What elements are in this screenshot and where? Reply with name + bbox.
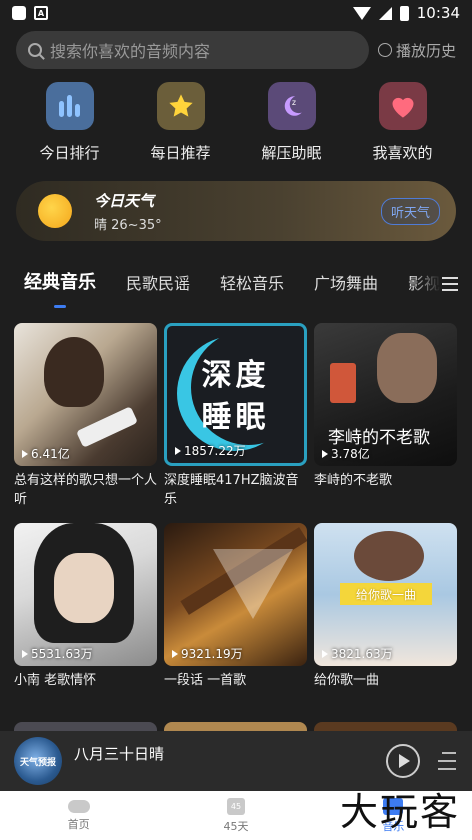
playlist-title: 李峙的不老歌 (314, 473, 393, 488)
wifi-icon (352, 6, 371, 20)
quick-link-label: 解压助眠 (261, 144, 322, 162)
sun-icon (38, 194, 72, 228)
play-count-icon (22, 449, 28, 458)
moon-icon: z (267, 82, 316, 130)
star-icon (156, 82, 205, 130)
playlist-cover: 5531.63万 (14, 523, 157, 666)
playlist-title: 一段话 一首歌 (164, 673, 247, 688)
playlist-card[interactable]: 给你歌一曲 3821.63万 给你歌一曲 (314, 523, 457, 723)
category-tabs: 经典音乐 民歌民谣 轻松音乐 广场舞曲 影视 (0, 270, 472, 310)
play-count: 3821.63万 (322, 645, 393, 662)
nav-label: 首页 (67, 817, 90, 831)
playlist-cover: 6.41亿 (14, 323, 157, 466)
playlist-grid: 6.41亿 总有这样的歌只想一个人听 深度 睡眠 1857.22万 深度睡眠41… (14, 323, 458, 723)
battery-icon (399, 5, 409, 21)
menu-icon (442, 277, 458, 291)
quick-link-recommend[interactable]: 每日推荐 (136, 82, 226, 163)
playlist-card[interactable]: 李峙的不老歌 3.78亿 李峙的不老歌 (314, 323, 457, 523)
chart-bars-icon (45, 82, 94, 130)
play-count: 3.78亿 (322, 445, 370, 462)
playlist-card[interactable]: 9321.19万 一段话 一首歌 (164, 523, 307, 723)
search-icon (28, 43, 42, 57)
play-button[interactable] (386, 744, 420, 778)
tab-classic-music[interactable]: 经典音乐 (24, 270, 96, 294)
nav-label: 45天 (223, 819, 249, 833)
cloud-icon (67, 799, 90, 813)
playlist-title: 小南 老歌情怀 (14, 673, 97, 688)
now-playing-title: 八月三十日晴 (74, 745, 165, 763)
play-count-icon (172, 649, 178, 658)
status-bar: A 10:34 (0, 0, 472, 26)
quick-link-ranking[interactable]: 今日排行 (25, 82, 115, 163)
playlist-card[interactable]: 5531.63万 小南 老歌情怀 (14, 523, 157, 723)
play-count-icon (322, 649, 328, 658)
play-icon (399, 754, 410, 768)
quick-link-sleep[interactable]: z 解压助眠 (247, 82, 337, 163)
playlist-cover: 李峙的不老歌 3.78亿 (314, 323, 457, 466)
quick-link-label: 每日推荐 (150, 144, 211, 162)
heart-icon (378, 82, 427, 130)
playlist-title: 总有这样的歌只想一个人听 (14, 473, 158, 507)
playlist-title: 深度睡眠417HZ脑波音乐 (164, 473, 299, 507)
watermark-logo: 大玩客 (339, 790, 460, 834)
cover-text: 深度 (201, 358, 270, 393)
listen-weather-button[interactable]: 听天气 (380, 197, 440, 225)
signal-icon (378, 6, 392, 20)
play-count: 6.41亿 (22, 445, 70, 462)
play-count-icon (175, 446, 181, 455)
quick-links: 今日排行 每日推荐 z 解压助眠 我喜欢的 (0, 82, 472, 163)
quick-link-label: 我喜欢的 (372, 144, 433, 162)
playlist-title: 给你歌一曲 (314, 673, 380, 688)
play-history-label: 播放历史 (395, 41, 456, 60)
playlist-icon[interactable] (434, 752, 456, 770)
tab-easy-music[interactable]: 轻松音乐 (220, 270, 284, 294)
search-input[interactable]: 搜索你喜欢的音频内容 (16, 31, 369, 69)
search-row: 搜索你喜欢的音频内容 播放历史 (16, 31, 456, 69)
playlist-card[interactable]: 6.41亿 总有这样的歌只想一个人听 (14, 323, 157, 523)
quick-link-favorites[interactable]: 我喜欢的 (358, 82, 448, 163)
calendar-icon: 45 (226, 797, 245, 815)
nav-home[interactable]: 首页 (0, 791, 157, 840)
play-history-button[interactable]: 播放历史 (377, 40, 456, 61)
weather-title: 今日天气 (94, 191, 155, 210)
weather-banner[interactable]: 今日天气 晴 26~35° 听天气 (16, 181, 456, 241)
tabs-menu-button[interactable] (410, 266, 472, 302)
playlist-cover: 9321.19万 (164, 523, 307, 666)
play-count: 5531.63万 (22, 645, 93, 662)
a-notification-icon: A (34, 6, 48, 20)
play-count-icon (322, 449, 328, 458)
svg-text:z: z (292, 98, 296, 107)
tab-folk[interactable]: 民歌民谣 (126, 270, 190, 294)
play-count: 9321.19万 (172, 645, 243, 662)
now-playing-cover: 天气预报 (14, 737, 62, 785)
nav-45-days[interactable]: 45 45天 (157, 791, 314, 840)
playlist-cover: 给你歌一曲 3821.63万 (314, 523, 457, 666)
playlist-card[interactable]: 深度 睡眠 1857.22万 深度睡眠417HZ脑波音乐 (164, 323, 307, 523)
playlist-cover: 深度 睡眠 1857.22万 (164, 323, 307, 466)
status-time: 10:34 (416, 4, 460, 22)
weather-temperature: 晴 26~35° (94, 217, 162, 233)
play-count-icon (22, 649, 28, 658)
clock-icon (377, 43, 392, 57)
tab-square-dance[interactable]: 广场舞曲 (314, 270, 378, 294)
play-count: 1857.22万 (175, 442, 246, 459)
quick-link-label: 今日排行 (39, 144, 100, 162)
app-notification-icon (12, 6, 26, 20)
cover-text: 睡眠 (201, 400, 270, 435)
cover-text: 给你歌一曲 (340, 583, 432, 605)
search-placeholder: 搜索你喜欢的音频内容 (50, 42, 211, 61)
